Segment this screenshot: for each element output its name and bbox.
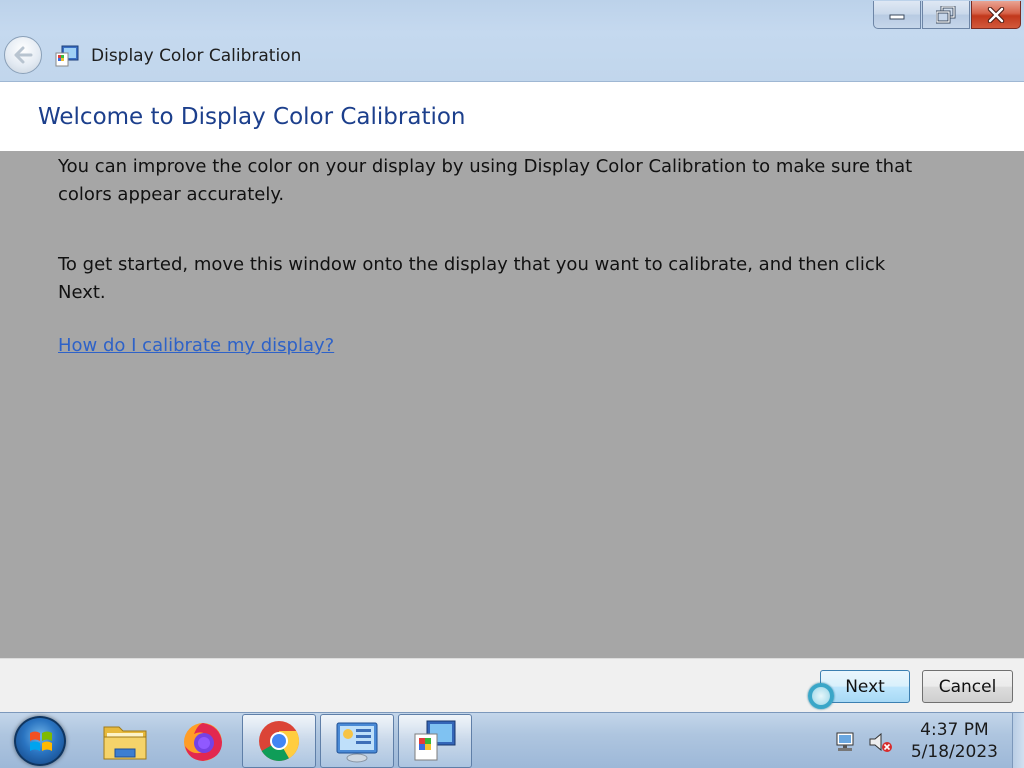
minimize-icon	[889, 14, 905, 19]
caption-buttons	[873, 1, 1021, 29]
taskbar: 4:37 PM 5/18/2023	[0, 712, 1024, 768]
taskbar-file-explorer[interactable]	[88, 714, 162, 768]
network-icon[interactable]	[834, 731, 856, 753]
display-color-calibration-app-icon	[55, 45, 79, 67]
file-explorer-icon	[103, 726, 147, 760]
display-color-calibration-icon	[414, 720, 456, 761]
minimize-button[interactable]	[873, 1, 921, 29]
help-link[interactable]: How do I calibrate my display?	[58, 335, 334, 356]
close-button[interactable]	[971, 1, 1021, 29]
window-title: Display Color Calibration	[91, 46, 302, 66]
command-bar: Next Cancel	[0, 658, 1024, 712]
restore-button[interactable]	[922, 1, 970, 29]
back-arrow-icon	[14, 46, 33, 64]
firefox-icon	[184, 723, 222, 761]
taskbar-control-panel[interactable]	[320, 714, 394, 768]
clock-time: 4:37 PM	[920, 720, 989, 740]
busy-cursor-icon	[808, 683, 834, 709]
volume-muted-icon[interactable]	[868, 731, 894, 753]
taskbar-chrome[interactable]	[242, 714, 316, 768]
windows-logo-icon	[30, 731, 52, 751]
cancel-button[interactable]: Cancel	[922, 670, 1013, 703]
intro-paragraph: You can improve the color on your displa…	[58, 156, 913, 205]
back-button[interactable]	[4, 36, 42, 74]
page-heading: Welcome to Display Color Calibration	[38, 104, 466, 130]
control-panel-icon	[336, 722, 378, 763]
content-area: You can improve the color on your displa…	[0, 151, 1024, 658]
close-icon	[987, 6, 1005, 23]
chrome-icon	[259, 721, 299, 761]
restore-icon	[936, 5, 956, 23]
taskbar-firefox[interactable]	[166, 714, 240, 768]
heading-strip: Welcome to Display Color Calibration	[0, 82, 1024, 151]
taskbar-display-color-calibration[interactable]	[398, 714, 472, 768]
start-button[interactable]	[14, 716, 66, 766]
window-title-bar: Display Color Calibration	[0, 0, 1024, 82]
instruction-paragraph: To get started, move this window onto th…	[58, 254, 886, 303]
clock-date: 5/18/2023	[910, 742, 998, 762]
system-clock[interactable]: 4:37 PM 5/18/2023	[911, 719, 998, 763]
show-desktop-button[interactable]	[1012, 713, 1024, 768]
